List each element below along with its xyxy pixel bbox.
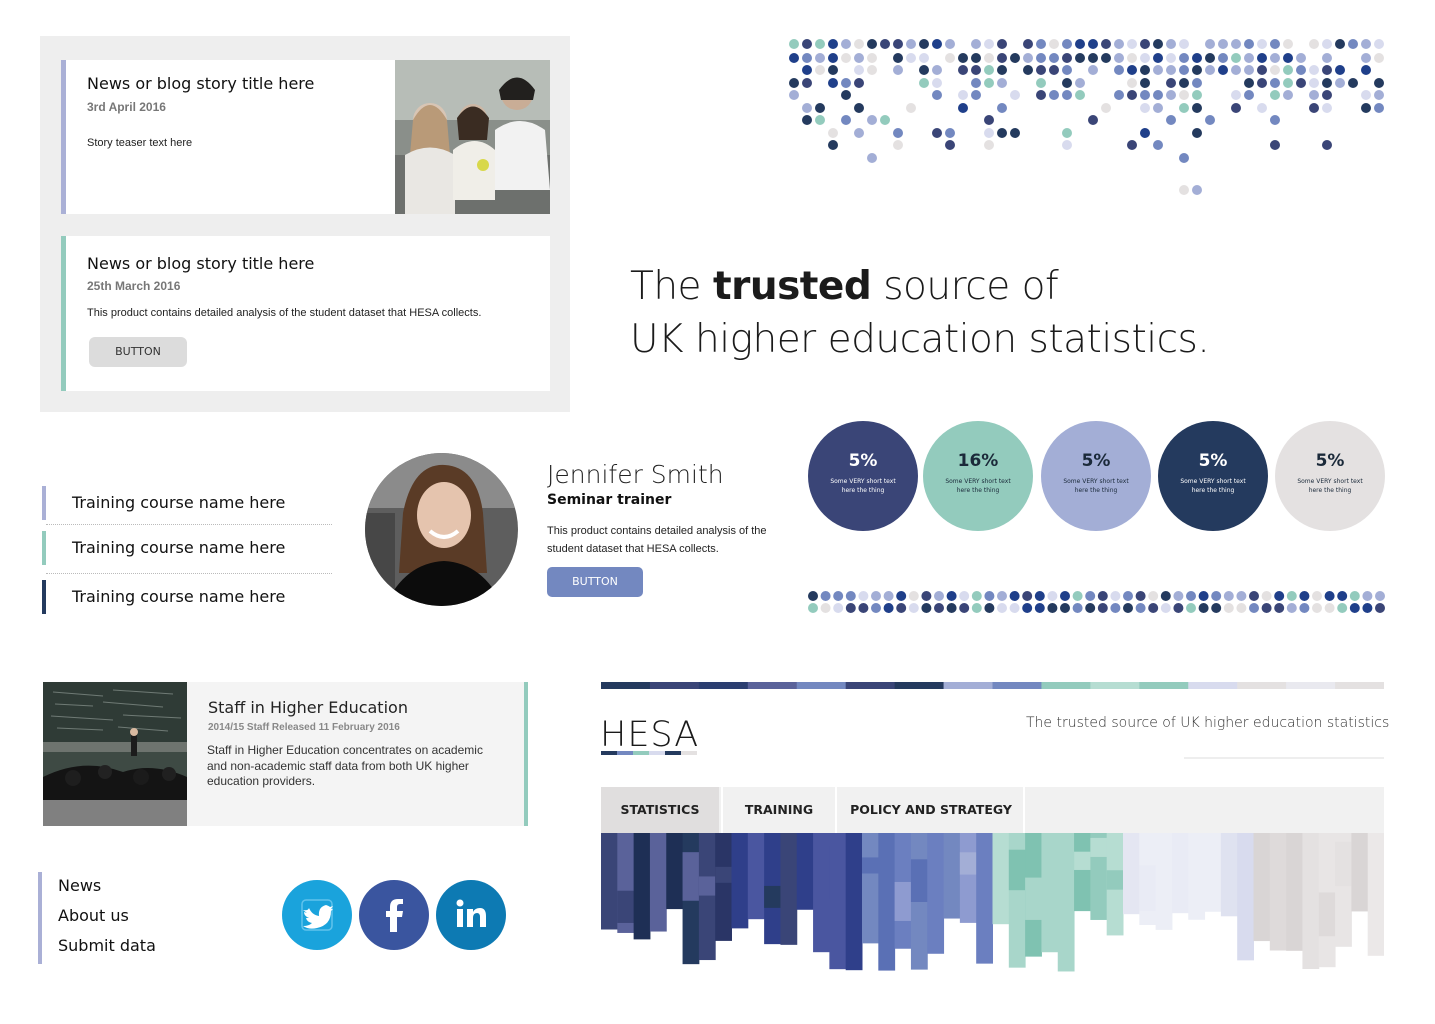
stat-circle: 16% Some VERY short text here the thing: [923, 421, 1033, 531]
news-card-teaser: This product contains detailed analysis …: [87, 307, 482, 319]
news-card-date: 25th March 2016: [87, 279, 181, 293]
stat-label: Some VERY short text here the thing: [830, 478, 896, 494]
news-card-title[interactable]: News or blog story title here: [87, 254, 314, 273]
divider: [46, 573, 332, 574]
divider: [46, 524, 332, 525]
publication-image: [43, 682, 187, 826]
stat-value: 5%: [1198, 451, 1228, 471]
footer-link-news[interactable]: News: [58, 876, 101, 895]
person-name: Jennifer Smith: [547, 460, 724, 489]
news-card-teaser: Story teaser text here: [87, 137, 193, 149]
news-card-date: 3rd April 2016: [87, 100, 166, 114]
stat-label: Some VERY short text here the thing: [1297, 478, 1363, 494]
stat-circle: 5% Some VERY short text here the thing: [808, 421, 918, 531]
divider: [1184, 757, 1384, 759]
person-button[interactable]: BUTTON: [547, 567, 643, 597]
hero-headline: The trusted source of UK higher educatio…: [630, 260, 1210, 366]
training-course-link[interactable]: Training course name here: [42, 580, 332, 614]
logo-underline: [601, 751, 697, 755]
footer-nav: News About us Submit data: [38, 872, 198, 964]
stat-value: 5%: [848, 451, 878, 471]
stat-circle: 5% Some VERY short text here the thing: [1158, 421, 1268, 531]
news-card[interactable]: News or blog story title here 3rd April …: [61, 60, 550, 214]
stat-circle: 5% Some VERY short text here the thing: [1041, 421, 1151, 531]
training-course-link[interactable]: Training course name here: [42, 531, 332, 565]
stat-label: Some VERY short text here the thing: [1063, 478, 1129, 494]
tab-policy-strategy[interactable]: POLICY AND STRATEGY: [839, 787, 1025, 833]
news-card-image: [395, 60, 550, 214]
headline-emphasis: trusted: [712, 264, 872, 309]
twitter-icon[interactable]: [282, 880, 352, 950]
footer-link-submit[interactable]: Submit data: [58, 936, 156, 955]
footer-link-about[interactable]: About us: [58, 906, 129, 925]
training-course-link[interactable]: Training course name here: [42, 486, 332, 520]
hesa-logo[interactable]: HESA: [600, 715, 699, 755]
facebook-icon[interactable]: [359, 880, 429, 950]
linkedin-icon[interactable]: [436, 880, 506, 950]
headline-prefix: The: [630, 264, 713, 309]
news-card[interactable]: News or blog story title here 25th March…: [61, 236, 550, 391]
headline-line2: UK higher education statistics.: [630, 317, 1210, 362]
color-strip-decoration: [601, 682, 1384, 689]
publication-card[interactable]: Staff in Higher Education 2014/15 Staff …: [43, 682, 528, 826]
person-description: This product contains detailed analysis …: [547, 525, 767, 555]
person-role: Seminar trainer: [547, 492, 672, 508]
dot-pattern-decoration: [789, 39, 1384, 195]
avatar: [365, 453, 518, 606]
bar-pattern-decoration: [601, 833, 1384, 972]
main-nav: STATISTICS TRAINING POLICY AND STRATEGY: [601, 787, 1384, 833]
stat-circle: 5% Some VERY short text here the thing: [1275, 421, 1385, 531]
header-tagline: The trusted source of UK higher educatio…: [1026, 715, 1390, 731]
headline-suffix: source of: [871, 264, 1059, 309]
stat-value: 16%: [957, 451, 999, 471]
tab-training[interactable]: TRAINING: [721, 787, 837, 833]
stat-label: Some VERY short text here the thing: [945, 478, 1011, 494]
publication-description: Staff in Higher Education concentrates o…: [207, 743, 483, 788]
stat-label: Some VERY short text here the thing: [1180, 478, 1246, 494]
news-card-button[interactable]: BUTTON: [89, 337, 187, 367]
publication-title[interactable]: Staff in Higher Education: [208, 698, 408, 717]
news-card-title[interactable]: News or blog story title here: [87, 74, 314, 93]
stat-value: 5%: [1315, 451, 1345, 471]
news-panel: News or blog story title here 3rd April …: [40, 36, 570, 412]
dot-band-decoration: [808, 591, 1385, 613]
stat-value: 5%: [1081, 451, 1111, 471]
publication-date: 2014/15 Staff Released 11 February 2016: [208, 722, 400, 733]
tab-statistics[interactable]: STATISTICS: [601, 787, 719, 833]
